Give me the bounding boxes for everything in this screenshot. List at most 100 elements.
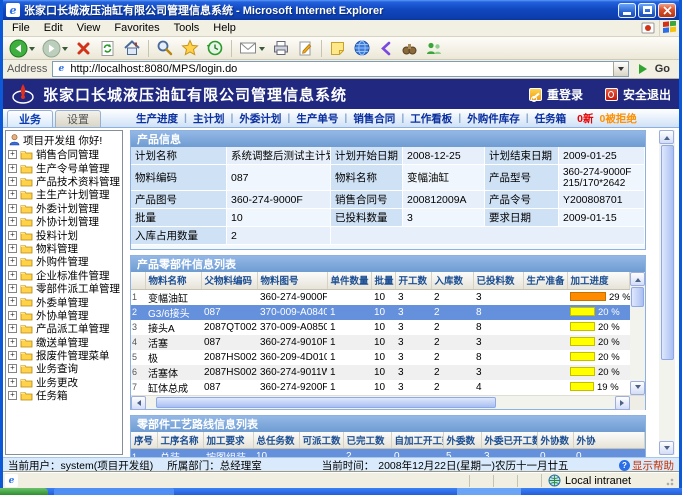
parts-row-1[interactable]: 2G3/6接头087370-009-A084011032820 % — [131, 305, 630, 320]
expand-plus-icon[interactable]: + — [8, 164, 17, 173]
sidebar-item-4[interactable]: +外委计划管理 — [7, 202, 121, 215]
expand-plus-icon[interactable]: + — [8, 231, 17, 240]
tab-1[interactable]: 设置 — [55, 110, 101, 127]
sidebar-item-10[interactable]: +零部件派工单管理 — [7, 282, 121, 295]
nav-item-6[interactable]: 外购件库存 — [462, 111, 525, 126]
parts-row-3[interactable]: 4活塞087360-274-9010F11032320 % — [131, 335, 630, 350]
sidebar-item-15[interactable]: +报废件管理菜单 — [7, 349, 121, 362]
scroll-thumb[interactable] — [661, 145, 674, 360]
sidebar-item-2[interactable]: +产品技术资料管理 — [7, 175, 121, 188]
nav-item-2[interactable]: 外委计划 — [234, 111, 286, 126]
menu-item-tools[interactable]: Tools — [167, 21, 207, 35]
routing-col-header-9[interactable]: 外协数 — [537, 432, 573, 449]
parts-col-header-1[interactable]: 物料名称 — [145, 272, 201, 289]
expand-plus-icon[interactable]: + — [8, 338, 17, 347]
parts-col-header-0[interactable] — [131, 272, 145, 289]
go-button[interactable]: Go — [634, 61, 675, 78]
routing-col-header-6[interactable]: 自加工开工数 — [391, 432, 443, 449]
sidebar-item-7[interactable]: +物料管理 — [7, 242, 121, 255]
scroll-up-icon[interactable] — [659, 130, 674, 144]
routing-col-header-2[interactable]: 加工要求 — [203, 432, 253, 449]
sidebar-item-16[interactable]: +业务查询 — [7, 362, 121, 375]
discuss-button[interactable] — [326, 38, 349, 59]
scroll-up-icon[interactable] — [630, 272, 645, 286]
sidebar-item-18[interactable]: +任务箱 — [7, 389, 121, 402]
nav-item-0[interactable]: 生产进度 — [131, 111, 183, 126]
scroll-down-icon[interactable] — [659, 441, 674, 455]
scroll-thumb[interactable] — [156, 397, 496, 408]
mail-dropdown-icon[interactable] — [259, 47, 265, 54]
nav-item-7[interactable]: 任务箱 — [530, 111, 572, 126]
parts-col-header-6[interactable]: 开工数 — [395, 272, 431, 289]
parts-horizontal-scrollbar[interactable] — [131, 395, 645, 409]
expand-plus-icon[interactable]: + — [8, 271, 17, 280]
menu-item-favorites[interactable]: Favorites — [107, 21, 166, 35]
address-input[interactable] — [70, 63, 609, 76]
sidebar-item-13[interactable]: +产品派工单管理 — [7, 322, 121, 335]
messenger-button[interactable] — [422, 38, 446, 59]
search-button[interactable] — [153, 38, 177, 59]
back-dropdown-icon[interactable] — [29, 47, 35, 54]
relogin-button[interactable]: 重登录 — [529, 86, 583, 103]
expand-plus-icon[interactable]: + — [8, 257, 17, 266]
refresh-button[interactable] — [96, 38, 119, 59]
mail-button[interactable] — [236, 38, 268, 59]
menu-item-help[interactable]: Help — [206, 21, 243, 35]
forward-dropdown-icon[interactable] — [62, 47, 68, 54]
expand-plus-icon[interactable]: + — [8, 150, 17, 159]
expand-plus-icon[interactable]: + — [8, 190, 17, 199]
expand-plus-icon[interactable]: + — [8, 351, 17, 360]
parts-row-4[interactable]: 5极2087HS002360-209-4D01011032820 % — [131, 350, 630, 365]
expand-plus-icon[interactable]: + — [8, 284, 17, 293]
parts-row-6[interactable]: 7缸体总成087360-274-9200F11032419 % — [131, 380, 630, 395]
expand-plus-icon[interactable]: + — [8, 364, 17, 373]
parts-col-header-3[interactable]: 物料图号 — [257, 272, 327, 289]
parts-col-header-10[interactable]: 加工进度 — [567, 272, 630, 289]
parts-vertical-scrollbar[interactable] — [630, 272, 645, 395]
expand-plus-icon[interactable]: + — [8, 324, 17, 333]
minimize-button[interactable] — [618, 3, 636, 18]
history-button[interactable] — [203, 38, 227, 59]
sidebar-item-11[interactable]: +外委单管理 — [7, 295, 121, 308]
nav-item-4[interactable]: 销售合同 — [348, 111, 400, 126]
sidebar-item-8[interactable]: +外购件管理 — [7, 255, 121, 268]
nav-item-3[interactable]: 生产单号 — [291, 111, 343, 126]
routing-col-header-8[interactable]: 外委已开工数 — [481, 432, 537, 449]
research-button[interactable] — [398, 38, 421, 59]
routing-col-header-3[interactable]: 总任务数 — [253, 432, 299, 449]
routing-col-header-10[interactable]: 外协 — [573, 432, 645, 449]
edit-button[interactable] — [294, 38, 317, 59]
expand-plus-icon[interactable]: + — [8, 297, 17, 306]
menu-item-edit[interactable]: Edit — [37, 21, 70, 35]
address-dropdown-button[interactable] — [613, 62, 628, 76]
forward-button[interactable] — [39, 38, 71, 59]
menu-item-view[interactable]: View — [70, 21, 108, 35]
start-button[interactable] — [0, 488, 48, 495]
taskbar-window-button[interactable] — [54, 488, 174, 495]
expand-plus-icon[interactable]: + — [8, 391, 17, 400]
expand-plus-icon[interactable]: + — [8, 217, 17, 226]
parts-col-header-5[interactable]: 批量 — [371, 272, 395, 289]
scroll-thumb[interactable] — [631, 287, 644, 307]
sidebar-item-14[interactable]: +缴送单管理 — [7, 335, 121, 348]
sidebar-item-5[interactable]: +外协计划管理 — [7, 215, 121, 228]
expand-plus-icon[interactable]: + — [8, 204, 17, 213]
sidebar-item-1[interactable]: +生产令号单管理 — [7, 161, 121, 174]
favorites-button[interactable] — [178, 38, 202, 59]
parts-row-0[interactable]: 1变幅油缸360-274-9000F1032329 % — [131, 289, 630, 305]
close-button[interactable] — [658, 3, 676, 18]
tab-0[interactable]: 业务 — [7, 110, 53, 127]
parts-col-header-9[interactable]: 生产准备 — [523, 272, 567, 289]
parts-row-5[interactable]: 6活塞体2087HS002360-274-9011W11032320 % — [131, 365, 630, 380]
menu-item-file[interactable]: File — [5, 21, 37, 35]
msn-button[interactable] — [350, 38, 374, 59]
parts-col-header-4[interactable]: 单件数量 — [327, 272, 371, 289]
parts-col-header-7[interactable]: 入库数 — [431, 272, 473, 289]
parts-col-header-8[interactable]: 已投料数 — [473, 272, 523, 289]
show-help-link[interactable]: ? 显示帮助 — [619, 458, 674, 473]
addon-icon[interactable] — [641, 21, 655, 35]
routing-col-header-1[interactable]: 工序名称 — [157, 432, 203, 449]
sidebar-item-12[interactable]: +外协单管理 — [7, 309, 121, 322]
main-vertical-scrollbar[interactable] — [659, 130, 675, 455]
routing-col-header-0[interactable]: 序号 — [131, 432, 157, 449]
